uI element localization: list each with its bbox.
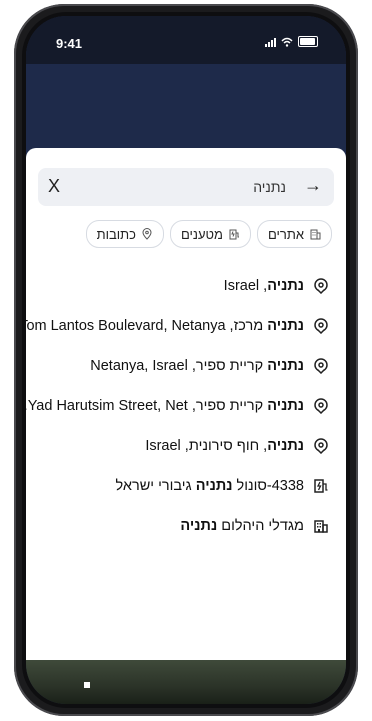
list-item[interactable]: נתניה קריית ספיר, Yad Harutsim Street, N…: [26, 386, 346, 426]
list-item[interactable]: נתניה מרכז, Tom Lantos Boulevard, Netany…: [26, 306, 346, 346]
status-icons: [265, 36, 318, 47]
result-detail: קריית ספיר, Netanya, Israel: [90, 358, 268, 374]
search-bar[interactable]: X נתניה →: [38, 168, 334, 206]
result-detail: , חוף סירונית, Israel: [145, 438, 268, 454]
results-list: נתניה, Israel נתניה מרכז, Tom Lantos Bou…: [26, 266, 346, 546]
result-prefix: 4338-סונול: [232, 478, 304, 494]
status-bar: 9:41: [26, 16, 346, 64]
chip-chargers[interactable]: מטענים: [169, 220, 251, 248]
location-pin-icon: [312, 397, 330, 415]
search-input[interactable]: נתניה: [253, 179, 286, 195]
chip-label: אתרים: [267, 226, 304, 242]
result-detail: קריית ספיר, Yad Harutsim Street, Net...: [26, 398, 264, 414]
location-pin-icon: [312, 437, 330, 455]
ev-charger-icon: [312, 477, 330, 495]
result-detail: , Israel: [223, 278, 268, 294]
result-text: נתניה קריית ספיר, Yad Harutsim Street, N…: [26, 398, 304, 414]
building-icon: [312, 517, 330, 535]
result-detail: מרכז, Tom Lantos Boulevard, Netanya...: [26, 318, 264, 334]
result-text: נתניה מרכז, Tom Lantos Boulevard, Netany…: [26, 318, 304, 334]
result-match: נתניה: [267, 318, 304, 334]
result-text: מגדלי היהלום נתניה: [180, 518, 304, 534]
result-match: נתניה: [180, 518, 218, 534]
status-time: 9:41: [56, 36, 83, 51]
location-pin-icon: [312, 317, 330, 335]
result-match: נתניה: [195, 478, 233, 494]
result-text: נתניה קריית ספיר, Netanya, Israel: [90, 358, 304, 374]
list-item[interactable]: נתניה, Israel: [26, 266, 346, 306]
wifi-icon: [281, 37, 293, 47]
result-text: נתניה, Israel: [224, 278, 304, 294]
map-background[interactable]: [26, 64, 346, 152]
result-prefix: מגדלי היהלום: [217, 518, 304, 534]
clear-search-button[interactable]: X: [48, 176, 60, 197]
location-pin-icon: [142, 228, 152, 240]
list-item[interactable]: מגדלי היהלום נתניה: [26, 506, 346, 546]
arrow-right-icon[interactable]: →: [304, 175, 322, 196]
result-match: נתניה: [267, 358, 304, 374]
result-match: נתניה: [267, 278, 304, 294]
chip-label: מטענים: [180, 226, 223, 242]
list-item[interactable]: 4338-סונול נתניה גיבורי ישראל: [26, 466, 346, 506]
list-item[interactable]: נתניה, חוף סירונית, Israel: [26, 426, 346, 466]
chip-addresses[interactable]: כתובות: [85, 220, 164, 248]
screen: 9:41 X נתניה → אתרים מטענים כתובות נתניה…: [26, 16, 346, 704]
result-match: נתניה: [267, 438, 304, 454]
map-background-bottom[interactable]: [26, 660, 346, 704]
search-sheet: X נתניה → אתרים מטענים כתובות נתניה, Isr…: [26, 148, 346, 660]
location-pin-icon: [312, 357, 330, 375]
location-pin-icon: [312, 277, 330, 295]
phone-frame: 9:41 X נתניה → אתרים מטענים כתובות נתניה…: [14, 4, 358, 716]
chip-sites[interactable]: אתרים: [256, 220, 332, 248]
home-indicator: [84, 682, 90, 688]
building-icon: [310, 229, 321, 240]
result-detail: גיבורי ישראל: [115, 478, 196, 494]
filter-chips: אתרים מטענים כתובות: [85, 220, 332, 248]
list-item[interactable]: נתניה קריית ספיר, Netanya, Israel: [26, 346, 346, 386]
result-text: נתניה, חוף סירונית, Israel: [145, 438, 304, 454]
chip-label: כתובות: [96, 226, 136, 242]
phone-bezel: 9:41 X נתניה → אתרים מטענים כתובות נתניה…: [22, 12, 350, 708]
result-text: 4338-סונול נתניה גיבורי ישראל: [115, 478, 304, 494]
result-match: נתניה: [267, 398, 304, 414]
signal-icon: [265, 37, 276, 47]
battery-icon: [298, 36, 318, 47]
ev-charger-icon: [229, 229, 239, 240]
